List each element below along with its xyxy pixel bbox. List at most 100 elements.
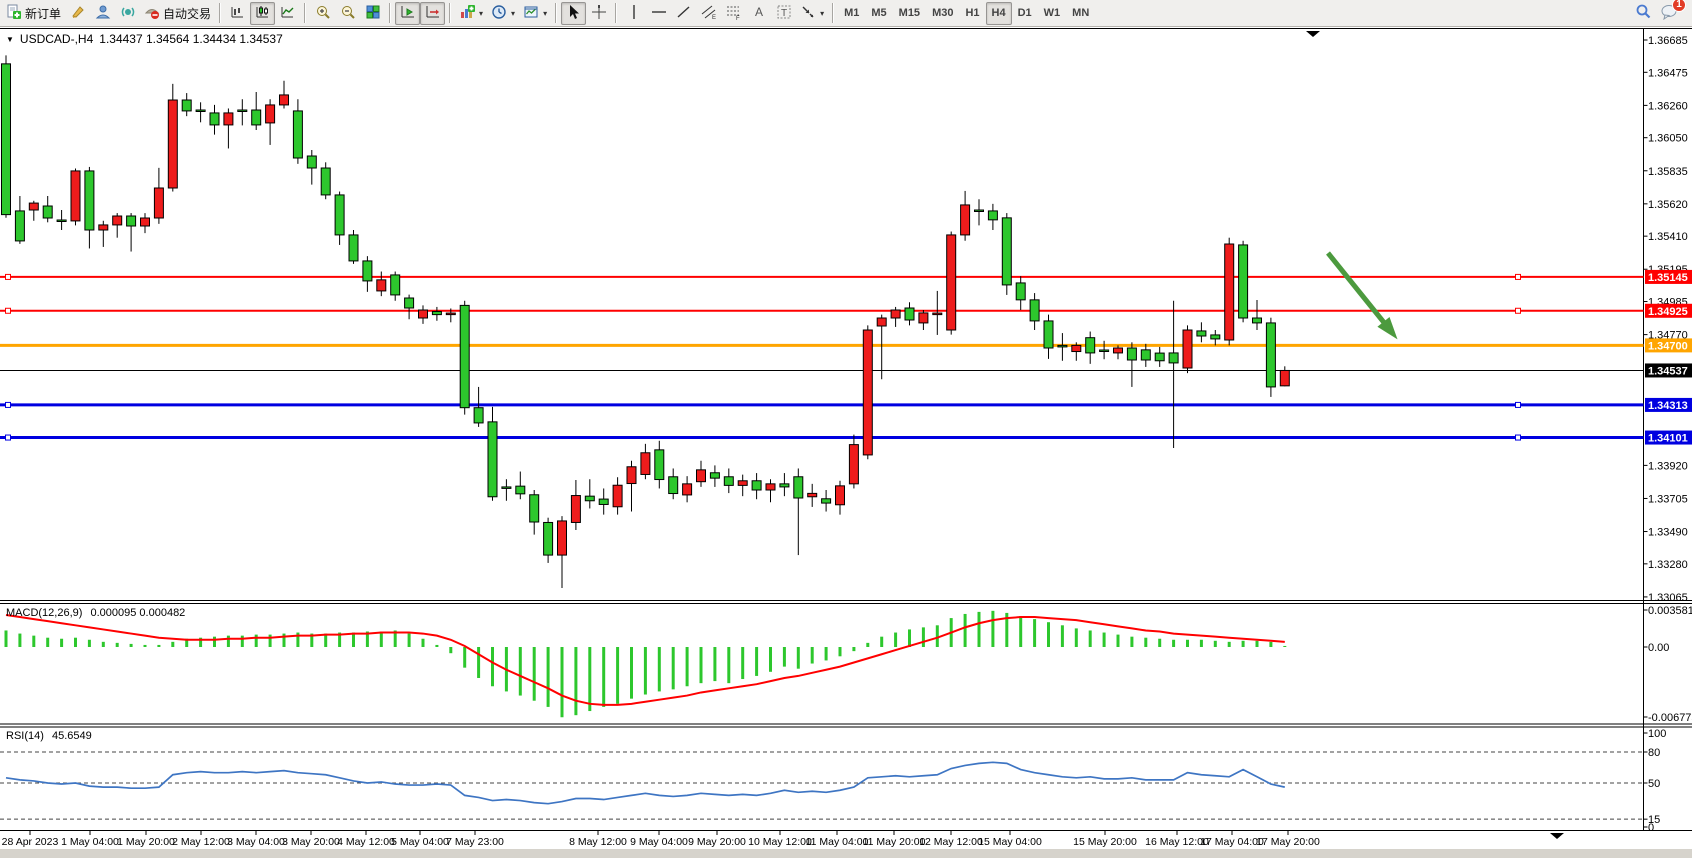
hline-handle <box>1516 308 1521 313</box>
macd-histogram-bar <box>18 634 21 647</box>
vertical-line-tool-button[interactable] <box>621 2 646 25</box>
candle-body <box>168 100 177 188</box>
separator <box>304 3 306 23</box>
signal-button[interactable] <box>115 2 140 25</box>
macd-histogram-bar <box>60 639 63 647</box>
candle-body <box>99 225 108 230</box>
macd-label: MACD(12,26,9) 0.000095 0.000482 <box>6 607 185 619</box>
chart-shift-button[interactable] <box>420 2 445 25</box>
candle-body <box>571 496 580 523</box>
macd-histogram-bar <box>936 625 939 647</box>
time-label: 28 Apr 2023 <box>2 836 59 848</box>
candle-body <box>780 484 789 487</box>
text-label-tool-button[interactable]: T <box>771 2 796 25</box>
candle-body <box>335 195 344 235</box>
price-badge-label: 1.34700 <box>1648 340 1688 352</box>
templates-button[interactable]: ▾ <box>519 2 551 25</box>
candle-body <box>1127 348 1136 360</box>
macd-histogram-bar <box>449 647 452 653</box>
svg-text:E: E <box>712 15 716 20</box>
candle-body <box>697 470 706 482</box>
arrows-tool-button[interactable]: ▾ <box>796 2 828 25</box>
timeframe-D1[interactable]: D1 <box>1012 2 1038 25</box>
timeframe-M5[interactable]: M5 <box>865 2 892 25</box>
clock-icon <box>491 4 507 23</box>
trendline-tool-button[interactable] <box>671 2 696 25</box>
line-chart-icon <box>280 4 296 23</box>
hline-handle <box>6 274 11 279</box>
timeframe-H1[interactable]: H1 <box>959 2 985 25</box>
chart-canvas[interactable]: 1.366851.364751.362601.360501.358351.356… <box>0 27 1692 858</box>
candle-body <box>2 64 11 215</box>
text-tool-button[interactable]: A <box>746 2 771 25</box>
macd-histogram-bar <box>727 647 730 683</box>
time-label: 17 May 20:00 <box>1256 836 1320 848</box>
hline-handle <box>6 308 11 313</box>
timeframe-H4[interactable]: H4 <box>986 2 1012 25</box>
chevron-down-icon: ▾ <box>479 9 483 18</box>
auto-scroll-button[interactable] <box>395 2 420 25</box>
price-tick-label: 1.33280 <box>1648 559 1688 571</box>
candle-body <box>613 485 622 507</box>
macd-histogram-bar <box>477 647 480 678</box>
macd-histogram-bar <box>616 647 619 704</box>
candle-body <box>266 105 275 123</box>
candle-body <box>1058 345 1067 347</box>
candle-body <box>1225 244 1234 340</box>
symbol-dropdown-icon[interactable]: ▼ <box>6 35 14 44</box>
zoom-out-button[interactable] <box>335 2 360 25</box>
new-order-button[interactable]: 新订单 <box>2 2 65 25</box>
highlighter-button[interactable] <box>65 2 90 25</box>
hline-handle <box>1516 435 1521 440</box>
indicators-button[interactable]: ▾ <box>455 2 487 25</box>
price-tick-label: 1.33065 <box>1648 592 1688 604</box>
zoom-in-button[interactable] <box>310 2 335 25</box>
profile-button[interactable] <box>90 2 115 25</box>
candle-body <box>446 313 455 315</box>
macd-histogram-bar <box>255 635 258 647</box>
candle-body <box>641 453 650 475</box>
auto-scroll-icon <box>400 4 416 23</box>
candle-body <box>1266 323 1275 387</box>
candle-body <box>405 298 414 308</box>
candle-body <box>280 95 289 105</box>
macd-histogram-bar <box>658 647 661 691</box>
rsi-tick-label: 100 <box>1648 728 1666 740</box>
candle-body <box>558 521 567 555</box>
highlighter-icon <box>70 4 86 23</box>
macd-histogram-bar <box>630 647 633 699</box>
timeframe-MN[interactable]: MN <box>1066 2 1095 25</box>
bar-chart-button[interactable] <box>225 2 250 25</box>
macd-histogram-bar <box>171 642 174 647</box>
timeframe-M15[interactable]: M15 <box>893 2 926 25</box>
fibonacci-tool-button[interactable]: F <box>721 2 746 25</box>
price-badge-label: 1.34925 <box>1648 306 1688 318</box>
macd-histogram-bar <box>1061 625 1064 647</box>
channel-tool-button[interactable]: E <box>696 2 721 25</box>
time-label: 5 May 04:00 <box>391 836 449 848</box>
auto-trading-button[interactable]: 自动交易 <box>140 2 215 25</box>
separator <box>832 3 834 23</box>
macd-histogram-bar <box>116 643 119 647</box>
search-button[interactable] <box>1631 2 1656 25</box>
macd-histogram-bar <box>74 638 77 647</box>
notifications-button[interactable]: 1 <box>1656 2 1682 25</box>
timeframe-W1[interactable]: W1 <box>1038 2 1067 25</box>
timeframe-M30[interactable]: M30 <box>926 2 959 25</box>
crosshair-tool-button[interactable] <box>586 2 611 25</box>
new-order-icon <box>6 4 22 23</box>
macd-histogram-bar <box>1033 619 1036 647</box>
periods-button[interactable]: ▾ <box>487 2 519 25</box>
candlestick-chart-button[interactable] <box>250 2 275 25</box>
svg-text:T: T <box>781 8 787 19</box>
price-tick-label: 1.33920 <box>1648 460 1688 472</box>
tile-windows-button[interactable] <box>360 2 385 25</box>
horizontal-line-tool-button[interactable] <box>646 2 671 25</box>
cursor-tool-button[interactable] <box>561 2 586 25</box>
line-chart-button[interactable] <box>275 2 300 25</box>
macd-histogram-bar <box>46 638 49 647</box>
candle-body <box>224 113 233 125</box>
timeframe-M1[interactable]: M1 <box>838 2 865 25</box>
candle-body <box>1169 353 1178 363</box>
candle-body <box>724 477 733 486</box>
